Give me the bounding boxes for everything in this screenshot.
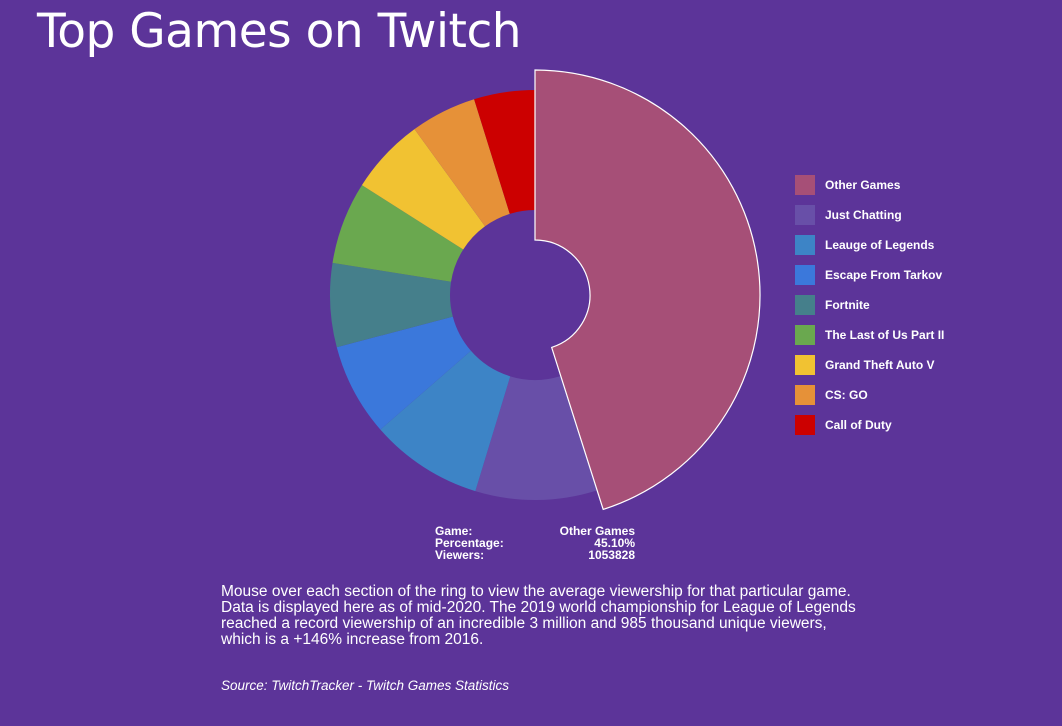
legend-label: Leauge of Legends	[825, 238, 935, 252]
source-note: Source: TwitchTracker - Twitch Games Sta…	[221, 678, 510, 693]
legend-item[interactable]: Leauge of Legends	[795, 235, 944, 265]
legend-swatch	[795, 295, 815, 315]
legend-swatch	[795, 235, 815, 255]
legend-item[interactable]: The Last of Us Part II	[795, 325, 944, 355]
legend-swatch	[795, 265, 815, 285]
tooltip-viewers-value: 1053828	[588, 548, 635, 562]
legend-item[interactable]: Escape From Tarkov	[795, 265, 944, 295]
legend-item[interactable]: CS: GO	[795, 385, 944, 415]
legend-label: Other Games	[825, 178, 901, 192]
legend-swatch	[795, 415, 815, 435]
legend-item[interactable]: Call of Duty	[795, 415, 944, 445]
legend-label: Escape From Tarkov	[825, 268, 943, 282]
legend-swatch	[795, 355, 815, 375]
legend-item[interactable]: Fortnite	[795, 295, 944, 325]
legend-swatch	[795, 175, 815, 195]
legend-label: Grand Theft Auto V	[825, 358, 935, 372]
legend-label: Fortnite	[825, 298, 870, 312]
legend-swatch	[795, 325, 815, 345]
legend-label: Just Chatting	[825, 208, 902, 222]
legend-item[interactable]: Other Games	[795, 175, 944, 205]
legend-item[interactable]: Just Chatting	[795, 205, 944, 235]
legend-swatch	[795, 385, 815, 405]
legend-item[interactable]: Grand Theft Auto V	[795, 355, 944, 385]
tooltip-viewers-label: Viewers:	[435, 548, 485, 562]
legend: Other Games Just Chatting Leauge of Legend…	[795, 175, 944, 445]
legend-label: CS: GO	[825, 388, 868, 402]
tooltip: Game: Other Games Percentage: 45.10% Viewe…	[435, 525, 635, 561]
legend-label: The Last of Us Part II	[825, 328, 945, 342]
description: Mouse over each section of the ring to v…	[221, 583, 856, 648]
legend-label: Call of Duty	[825, 418, 892, 432]
legend-swatch	[795, 205, 815, 225]
